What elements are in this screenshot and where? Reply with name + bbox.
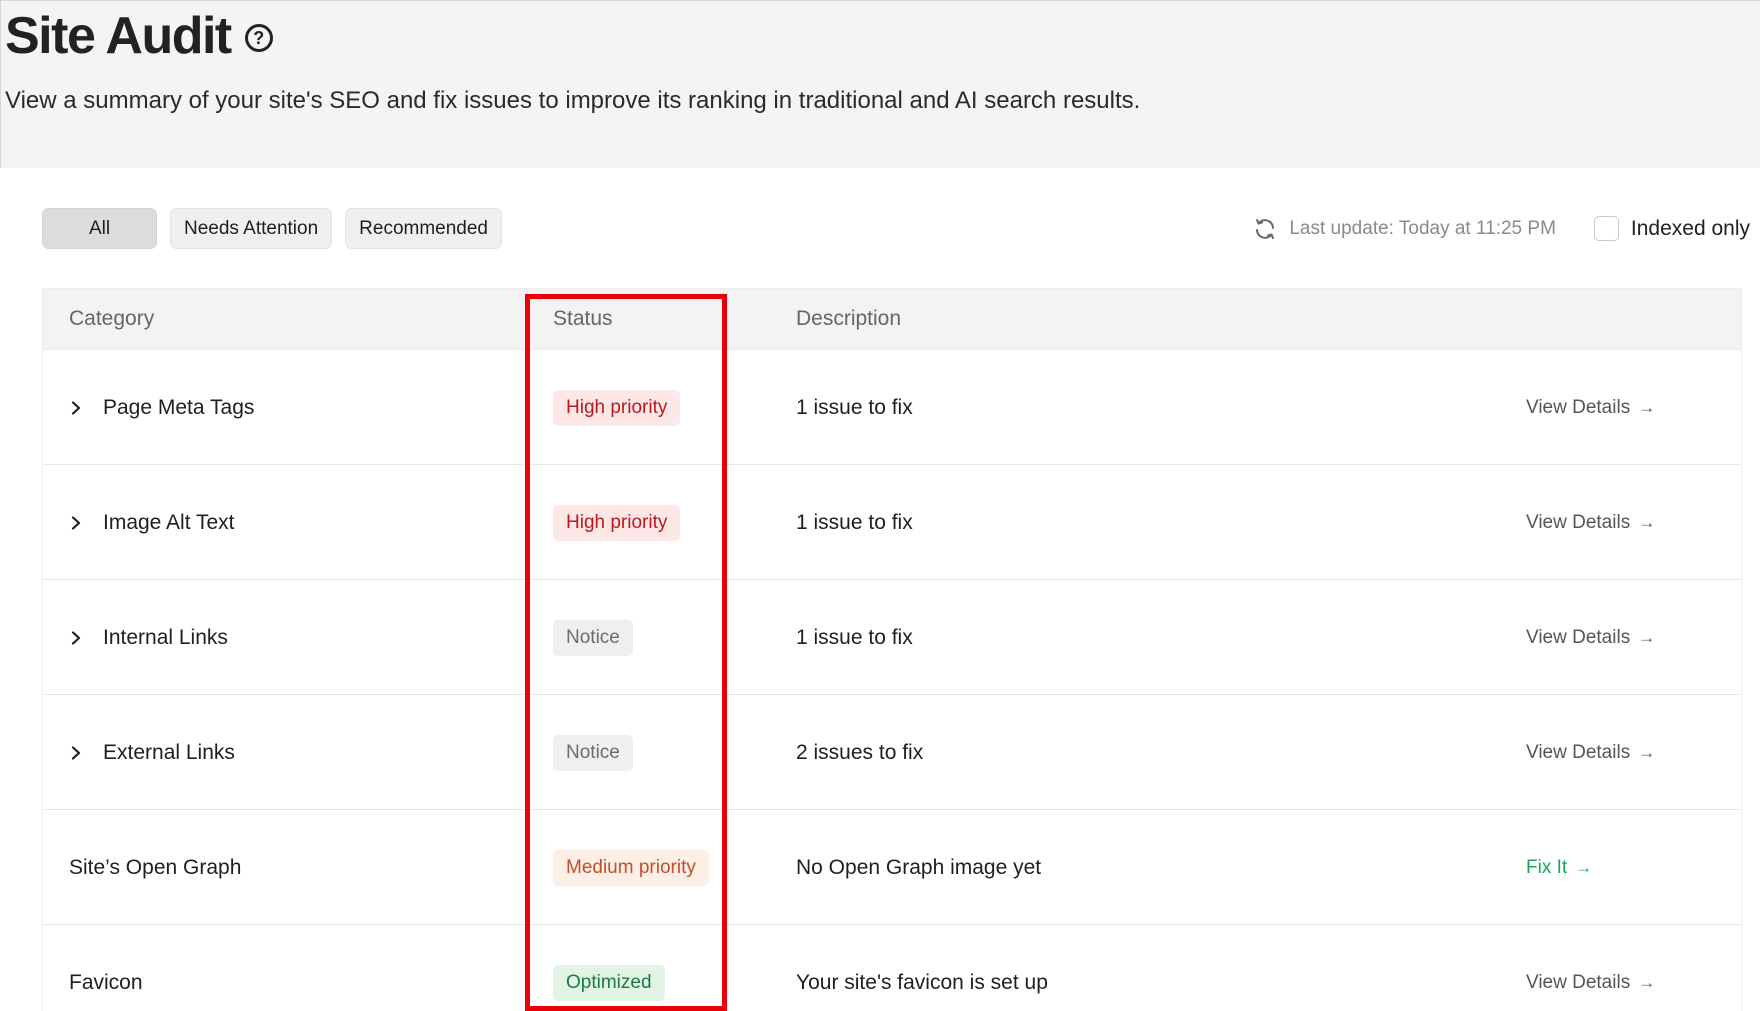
page-subtitle: View a summary of your site's SEO and fi… <box>5 87 1141 114</box>
table-header: Category Status Description <box>43 289 1741 349</box>
chevron-right-icon[interactable] <box>69 630 83 645</box>
status-cell: Medium priority <box>553 810 709 925</box>
action-cell: View Details → <box>1526 465 1655 580</box>
status-cell: Notice <box>553 695 633 810</box>
filter-recommended-button[interactable]: Recommended <box>345 208 502 249</box>
category-cell: Image Alt Text <box>65 465 235 580</box>
action-cell: Fix It → <box>1526 810 1592 925</box>
category-label: External Links <box>103 740 235 764</box>
category-cell: Site’s Open Graph <box>69 810 241 925</box>
view-details-link[interactable]: View Details → <box>1526 742 1655 764</box>
arrow-right-icon: → <box>1638 742 1656 762</box>
arrow-right-icon: → <box>1575 857 1593 877</box>
page-title: Site Audit <box>5 7 232 65</box>
filter-tabs: All Needs Attention Recommended <box>42 208 502 249</box>
arrow-right-icon: → <box>1638 627 1656 647</box>
chevron-right-icon[interactable] <box>69 745 83 760</box>
category-cell: Favicon <box>69 925 143 1011</box>
category-cell: Page Meta Tags <box>65 350 254 465</box>
category-label: Image Alt Text <box>103 510 235 534</box>
description-text: Your site's favicon is set up <box>796 970 1048 994</box>
action-label: Fix It <box>1526 856 1568 878</box>
description-cell: 1 issue to fix <box>796 465 913 580</box>
action-cell: View Details → <box>1526 580 1655 695</box>
chevron-right-icon[interactable] <box>69 400 83 415</box>
title-row: Site Audit ? <box>5 5 273 67</box>
page-header: Site Audit ? View a summary of your site… <box>0 0 1760 168</box>
description-text: 2 issues to fix <box>796 740 924 764</box>
help-circle-icon[interactable]: ? <box>244 24 273 52</box>
action-cell: View Details → <box>1526 695 1655 810</box>
status-badge: Optimized <box>553 964 665 1001</box>
table-row[interactable]: Site’s Open Graph Medium priority No Open … <box>43 809 1741 924</box>
category-cell: External Links <box>65 695 235 810</box>
view-details-link[interactable]: View Details → <box>1526 397 1655 419</box>
indexed-only-checkbox[interactable] <box>1593 216 1619 241</box>
table-row[interactable]: Favicon Optimized Your site's favicon is s… <box>43 924 1741 1011</box>
description-cell: 1 issue to fix <box>796 580 913 695</box>
column-header-description: Description <box>796 307 902 330</box>
category-label: Internal Links <box>103 625 228 649</box>
action-label: View Details <box>1526 626 1631 648</box>
action-label: View Details <box>1526 971 1631 993</box>
action-label: View Details <box>1526 396 1631 418</box>
description-text: 1 issue to fix <box>796 510 913 534</box>
table-row[interactable]: External Links Notice 2 issues to fix View … <box>43 694 1741 809</box>
category-label: Site’s Open Graph <box>69 855 242 879</box>
view-details-link[interactable]: View Details → <box>1526 627 1655 649</box>
table-row[interactable]: Page Meta Tags High priority 1 issue to fi… <box>43 349 1741 464</box>
description-text: No Open Graph image yet <box>796 855 1042 879</box>
audit-table: Category Status Description Page Meta Ta… <box>42 288 1742 1011</box>
arrow-right-icon: → <box>1638 397 1656 417</box>
description-cell: 2 issues to fix <box>796 695 923 810</box>
status-cell: Optimized <box>553 925 665 1011</box>
category-label: Page Meta Tags <box>103 395 255 419</box>
category-label: Favicon <box>69 970 143 994</box>
status-badge: High priority <box>553 389 681 426</box>
description-cell: Your site's favicon is set up <box>796 925 1048 1011</box>
table-row[interactable]: Internal Links Notice 1 issue to fix View D… <box>43 579 1741 694</box>
description-cell: No Open Graph image yet <box>796 810 1041 925</box>
table-row[interactable]: Image Alt Text High priority 1 issue to fi… <box>43 464 1741 579</box>
last-update-text: Last update: Today at 11:25 PM <box>1289 217 1556 239</box>
main-content: All Needs Attention Recommended Last upd… <box>0 168 1760 1011</box>
table-body: Page Meta Tags High priority 1 issue to fi… <box>43 349 1741 1011</box>
status-badge: Medium priority <box>553 849 709 886</box>
view-details-link[interactable]: View Details → <box>1526 512 1655 534</box>
description-text: 1 issue to fix <box>796 395 913 419</box>
description-text: 1 issue to fix <box>796 625 913 649</box>
action-label: View Details <box>1526 511 1631 533</box>
status-badge: High priority <box>553 504 681 541</box>
filter-all-button[interactable]: All <box>42 208 157 249</box>
filter-needs-attention-button[interactable]: Needs Attention <box>170 208 333 249</box>
view-details-link[interactable]: View Details → <box>1526 972 1655 994</box>
status-badge: Notice <box>553 734 633 771</box>
toolbar-right: Last update: Today at 11:25 PM Indexed o… <box>1253 208 1750 249</box>
refresh-icon[interactable] <box>1253 217 1277 241</box>
fix-it-link[interactable]: Fix It → <box>1526 857 1592 879</box>
arrow-right-icon: → <box>1638 512 1656 532</box>
status-badge: Notice <box>553 619 633 656</box>
arrow-right-icon: → <box>1638 972 1656 992</box>
action-label: View Details <box>1526 741 1631 763</box>
column-header-status: Status <box>553 307 613 330</box>
chevron-right-icon[interactable] <box>69 515 83 530</box>
status-cell: High priority <box>553 350 681 465</box>
action-cell: View Details → <box>1526 350 1655 465</box>
description-cell: 1 issue to fix <box>796 350 913 465</box>
status-cell: Notice <box>553 580 633 695</box>
status-cell: High priority <box>553 465 681 580</box>
category-cell: Internal Links <box>65 580 228 695</box>
column-header-category: Category <box>69 307 155 330</box>
indexed-only-label[interactable]: Indexed only <box>1631 217 1750 241</box>
action-cell: View Details → <box>1526 925 1655 1011</box>
